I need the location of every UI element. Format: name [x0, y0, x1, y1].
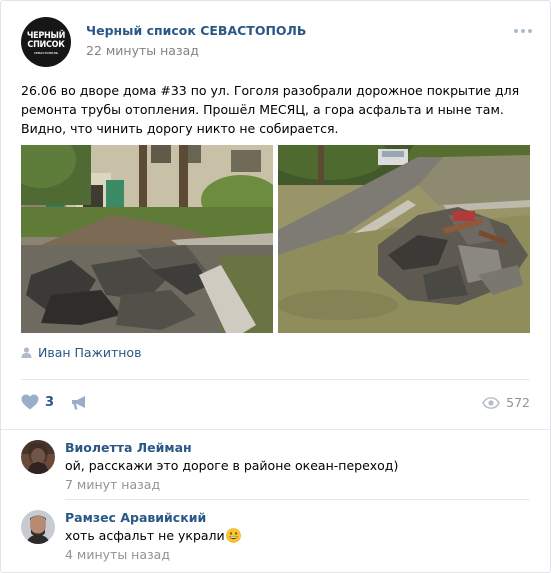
photo-yard-dug-road	[21, 145, 273, 333]
divider	[65, 499, 530, 500]
divider	[1, 429, 550, 430]
avatar[interactable]	[21, 510, 55, 544]
comment-time[interactable]: 4 минуты назад	[65, 547, 170, 562]
likes-count: 3	[45, 394, 55, 410]
comment-item: Виолетта Лейман ой, расскажи это дороге …	[21, 440, 530, 492]
like-button[interactable]: 3	[21, 394, 54, 410]
comment-text-content: хоть асфальт не украли	[65, 528, 225, 543]
views-count: 572	[506, 395, 530, 410]
share-button[interactable]	[71, 395, 89, 415]
post-author[interactable]: Иван Пажитнов	[21, 345, 141, 360]
photo-asphalt-pile	[278, 145, 530, 333]
logo-text-line2: СПИСОК	[27, 39, 65, 50]
comment-item: Рамзес Аравийский хоть асфальт не украли…	[21, 510, 530, 562]
comment-text: ой, расскажи это дороге в районе океан-п…	[65, 458, 399, 473]
comment-author-link[interactable]: Виолетта Лейман	[65, 440, 192, 455]
post-author-name: Иван Пажитнов	[38, 345, 142, 360]
logo-text-line3: СЕВАСТОПОЛЬ	[33, 50, 59, 55]
grinning-emoji-icon	[225, 528, 241, 543]
avatar[interactable]	[21, 440, 55, 474]
post-photo-1[interactable]	[21, 145, 273, 333]
heart-icon	[21, 394, 39, 410]
person-icon	[21, 347, 32, 358]
post-photo-2[interactable]	[278, 145, 530, 333]
comment-text: хоть асфальт не украли	[65, 528, 241, 543]
eye-icon	[482, 396, 500, 409]
group-avatar[interactable]: ЧЕРНЫЙ СПИСОК СЕВАСТОПОЛЬ	[21, 17, 71, 67]
views-counter: 572	[482, 395, 530, 410]
divider	[21, 379, 530, 380]
comment-author-link[interactable]: Рамзес Аравийский	[65, 510, 206, 525]
post-time[interactable]: 22 минуты назад	[86, 43, 199, 58]
post-text: 26.06 во дворе дома #33 по ул. Гоголя ра…	[21, 83, 520, 136]
wall-post: ЧЕРНЫЙ СПИСОК СЕВАСТОПОЛЬ Черный список …	[0, 0, 551, 573]
group-name-link[interactable]: Черный список СЕВАСТОПОЛЬ	[86, 23, 306, 38]
comment-time[interactable]: 7 минут назад	[65, 477, 160, 492]
more-dots-icon[interactable]	[514, 29, 532, 33]
megaphone-icon	[72, 396, 85, 410]
